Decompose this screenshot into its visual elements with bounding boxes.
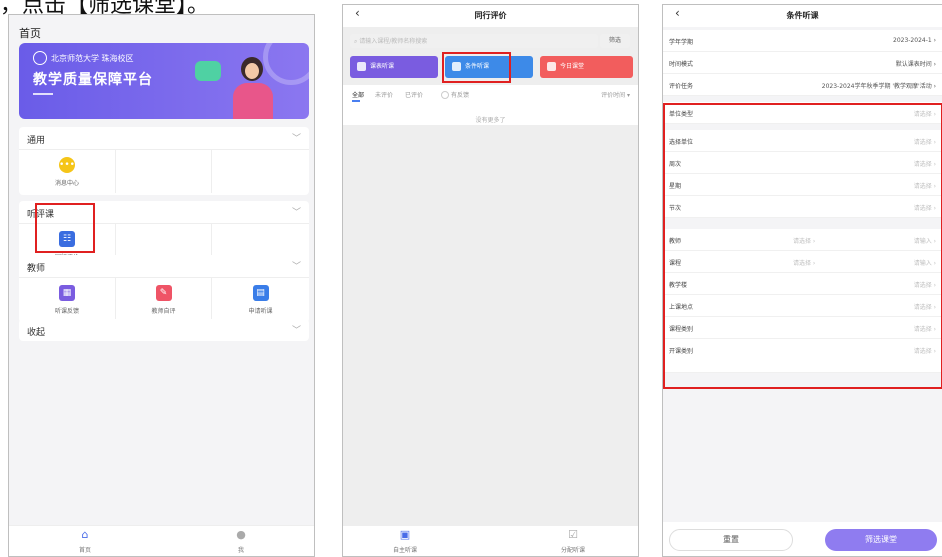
seal-icon [33, 51, 47, 65]
apply-icon: ▤ [252, 285, 269, 301]
bottom-tabbar: ⌂ 首页 ● 我 [9, 525, 314, 556]
row-eval-task[interactable]: 评价任务 2023-2024学年秋季学期 '教学观摩'活动 › [663, 74, 942, 96]
nav-bar: ‹ 条件听课 [663, 5, 942, 27]
section-general: 通用 ﹀ ••• 消息中心 [19, 127, 309, 195]
grid-item-lecture-feedback[interactable]: ▦ 听课反馈 [19, 277, 115, 321]
highlight-box-peer-review [35, 203, 95, 253]
tab-self-lecture[interactable]: ▣ 自主听课 [385, 528, 425, 555]
row-academic-term[interactable]: 学年学期 2023-2024-1 › [663, 30, 942, 52]
search-placeholder: ⌕ 请输入课程/教师名称搜索 [354, 38, 428, 45]
today-icon [547, 62, 556, 71]
grid-empty [211, 149, 309, 193]
grid-item-message-center[interactable]: ••• 消息中心 [19, 149, 115, 193]
clipboard-icon: ▣ [399, 528, 411, 541]
tab-assigned-lecture[interactable]: ☑ 分配听课 [543, 528, 603, 555]
peer-review-screen: ‹ 同行评价 ⌕ 请输入课程/教师名称搜索 筛选 课表听课 条件听课 今日课堂 … [342, 4, 639, 557]
reset-button[interactable]: 重置 [669, 529, 793, 551]
checklist-icon: ☑ [568, 528, 578, 541]
search-input[interactable]: ⌕ 请输入课程/教师名称搜索 [350, 34, 598, 48]
filter-classroom-button[interactable]: 筛选课堂 [825, 529, 937, 551]
section-header: 通用 [27, 136, 46, 146]
active-tab-indicator [352, 100, 360, 102]
calendar-icon [357, 62, 366, 71]
timetable-lecture-button[interactable]: 课表听课 [350, 56, 438, 78]
filter-button[interactable]: 筛选 [600, 34, 630, 48]
feedback-radio[interactable] [441, 91, 449, 99]
chevron-down-icon[interactable]: ﹀ [292, 131, 301, 144]
conditional-lecture-screen: ‹ 条件听课 学年学期 2023-2024-1 › 时间模式 默认课表时间 › 评价… [662, 4, 942, 557]
highlight-box-conditional [442, 52, 511, 83]
feedback-label: 有反馈 [451, 92, 470, 99]
grid-item-self-evaluation[interactable]: ✎ 教师自评 [115, 277, 211, 321]
grid-empty [115, 149, 211, 193]
chat-bubble-icon [195, 61, 221, 81]
nav-bar: ‹ 同行评价 [343, 5, 638, 27]
action-bar: 重置 筛选课堂 [663, 522, 942, 556]
section-header: 收起 [27, 328, 46, 338]
university-logo: 北京师范大学 珠海校区 [33, 51, 134, 65]
feedback-icon: ▦ [59, 285, 75, 301]
highlight-box-filters [663, 103, 942, 389]
tab-home[interactable]: ⌂ 首页 [65, 528, 105, 555]
sort-dropdown[interactable]: 评价时间 ▾ [601, 90, 630, 99]
self-eval-icon: ✎ [155, 285, 172, 301]
chevron-down-icon[interactable]: ﹀ [292, 205, 301, 218]
banner-divider [33, 93, 53, 95]
grid-item-apply-lecture[interactable]: ▤ 申请听课 [211, 277, 309, 321]
platform-banner: 北京师范大学 珠海校区 教学质量保障平台 [19, 43, 309, 119]
section-teacher: 教师 ﹀ ▦ 听课反馈 ✎ 教师自评 ▤ 申请听课 [19, 255, 309, 323]
tab-me[interactable]: ● 我 [221, 528, 261, 555]
bottom-tabbar: ▣ 自主听课 ☑ 分配听课 [343, 525, 638, 556]
tab-unrated[interactable]: 未评价 [375, 90, 393, 99]
page-title: 首页 [19, 27, 41, 40]
section-header: 教师 [27, 264, 46, 274]
message-icon: ••• [59, 157, 75, 173]
home-screen: 首页 北京师范大学 珠海校区 教学质量保障平台 通用 ﹀ ••• 消息中心 听评… [8, 14, 315, 557]
row-time-mode[interactable]: 时间模式 默认课表时间 › [663, 52, 942, 74]
chevron-down-icon[interactable]: ﹀ [292, 259, 301, 272]
home-icon: ⌂ [81, 528, 89, 541]
user-icon: ● [236, 528, 246, 541]
page-title: 同行评价 [474, 11, 507, 20]
section-collapse[interactable]: 收起 ﹀ [19, 319, 309, 341]
page-title: 条件听课 [786, 11, 819, 20]
chevron-down-icon[interactable]: ﹀ [292, 323, 301, 336]
banner-title: 教学质量保障平台 [33, 72, 153, 88]
today-class-button[interactable]: 今日课堂 [540, 56, 633, 78]
tab-all[interactable]: 全部 [352, 90, 364, 99]
empty-state-text: 没有更多了 [475, 117, 506, 124]
tab-rated[interactable]: 已评价 [405, 90, 423, 99]
